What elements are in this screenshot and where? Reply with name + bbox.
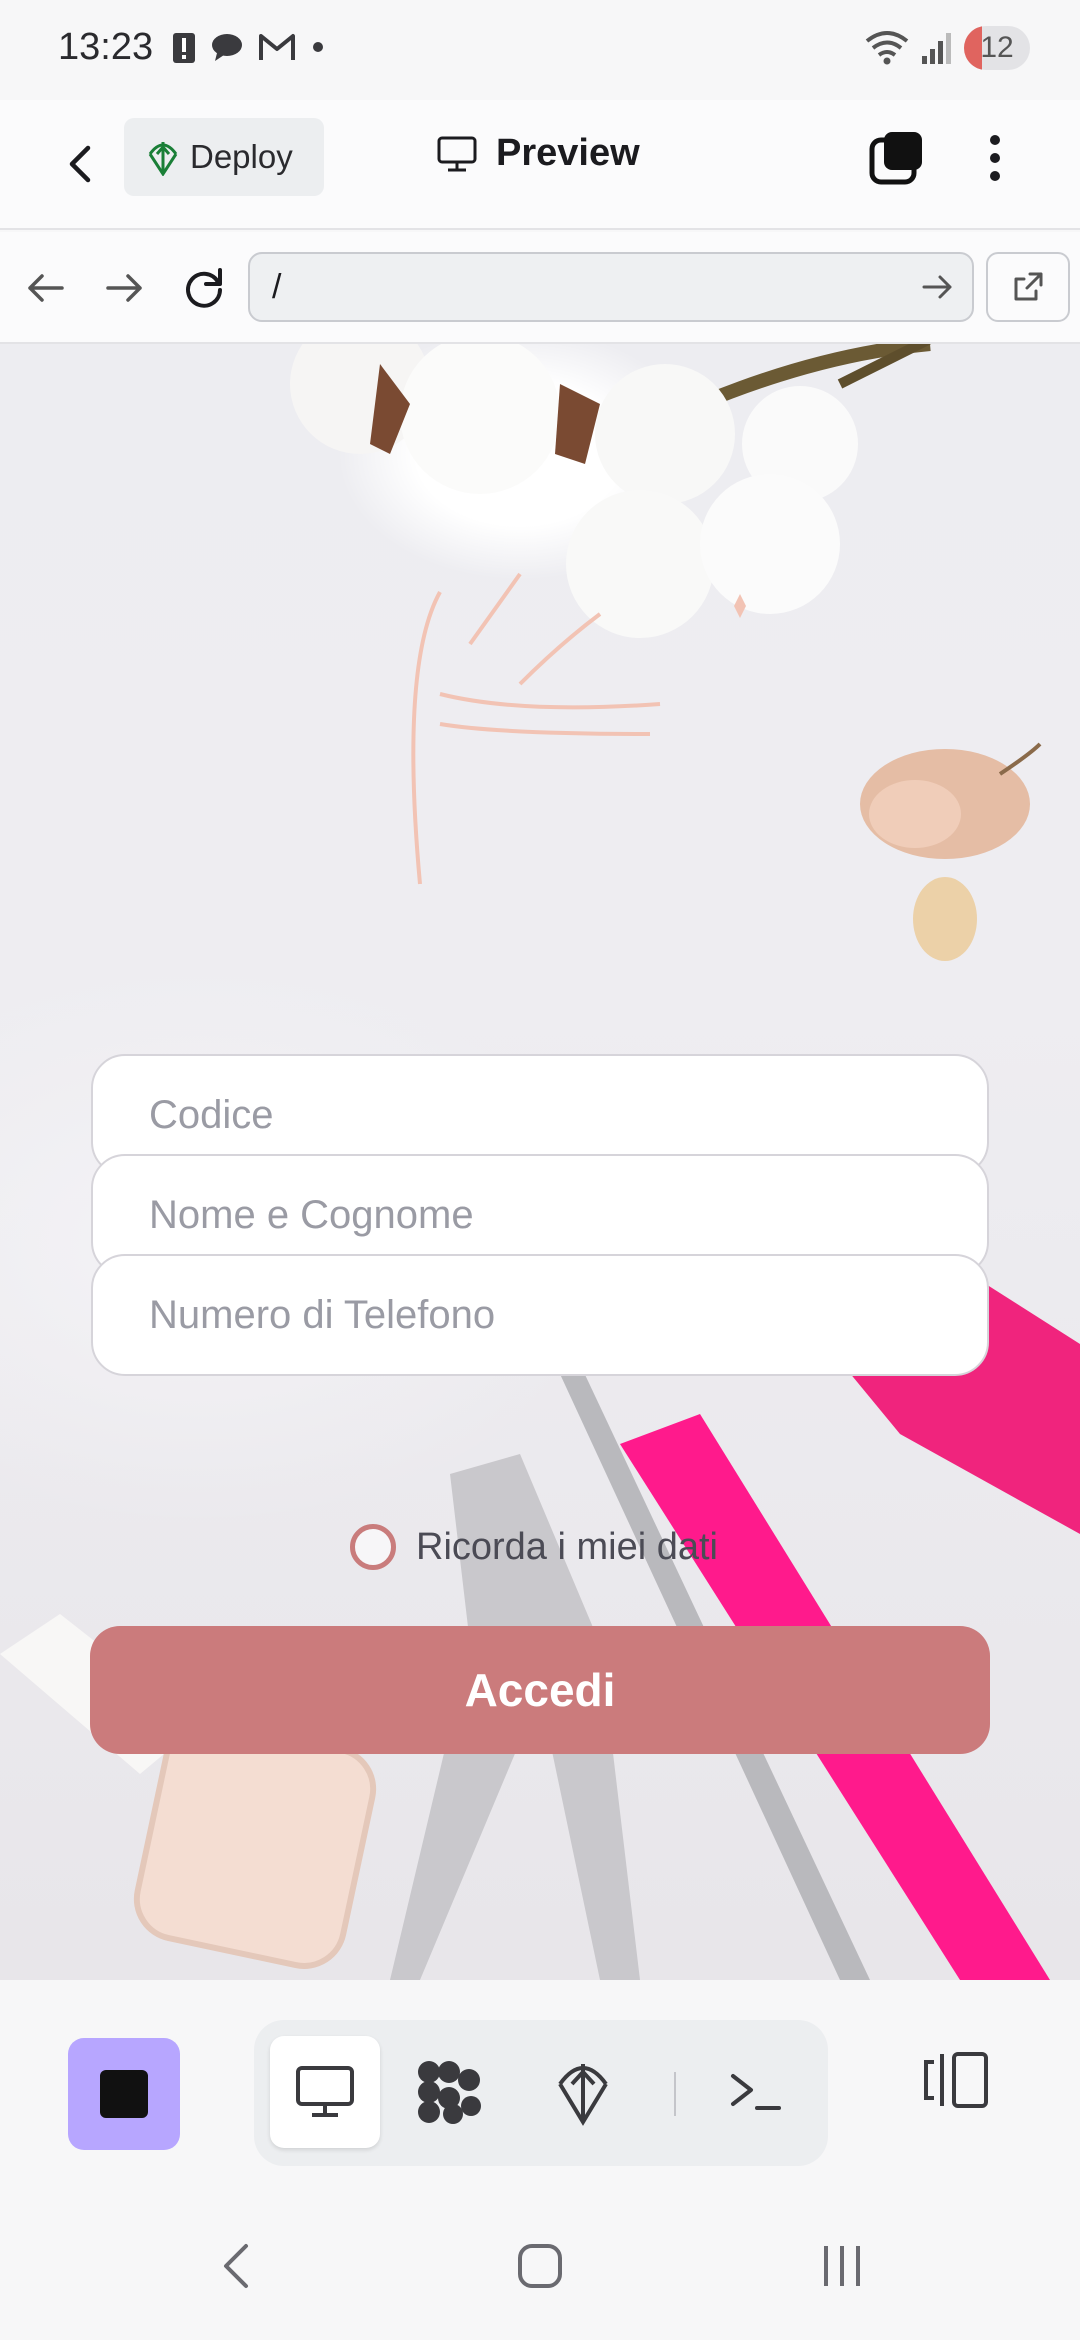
tool-deployments[interactable]	[528, 2036, 638, 2148]
tabs-icon[interactable]	[866, 128, 926, 188]
preview-icon	[296, 2066, 354, 2117]
wifi-icon	[865, 31, 909, 65]
go-arrow-icon[interactable]	[916, 266, 958, 308]
deploy-button[interactable]: Deploy	[124, 118, 324, 196]
system-navigation	[0, 2190, 1080, 2340]
workflow-icon	[418, 2061, 481, 2124]
app-bar: Deploy Preview	[0, 100, 1080, 230]
phone-number-input[interactable]: Numero di Telefono	[91, 1254, 989, 1376]
url-bar[interactable]: /	[248, 252, 974, 322]
tool-workflows[interactable]	[394, 2036, 504, 2148]
split-layout-icon[interactable]	[920, 2044, 992, 2116]
external-link-icon	[1014, 272, 1043, 301]
tool-shell[interactable]	[700, 2036, 810, 2148]
browser-back-icon[interactable]	[18, 260, 74, 316]
remember-label: Ricorda i miei dati	[416, 1525, 718, 1568]
gmail-icon	[259, 34, 295, 60]
remember-radio[interactable]	[350, 1524, 396, 1570]
back-arrow-icon[interactable]	[52, 136, 108, 192]
battery-indicator: 12	[964, 26, 1030, 70]
status-bar: 13:23 12	[0, 0, 1080, 100]
alert-icon	[173, 33, 195, 63]
system-home-icon[interactable]	[510, 2236, 570, 2296]
preview-title: Preview	[436, 132, 640, 175]
tool-divider	[674, 2072, 676, 2116]
tool-switcher	[254, 2020, 828, 2166]
code-placeholder: Codice	[149, 1092, 274, 1137]
system-back-icon[interactable]	[208, 2236, 268, 2296]
deploy-label: Deploy	[190, 138, 293, 175]
shell-icon	[731, 2074, 781, 2110]
monitor-icon	[437, 136, 477, 171]
web-preview: Frannie Codice Nome e Cognome Numero di …	[0, 344, 1080, 1980]
chat-icon	[212, 34, 242, 61]
status-time: 13:23	[58, 26, 154, 68]
full-name-placeholder: Nome e Cognome	[149, 1192, 474, 1237]
remember-me[interactable]: Ricorda i miei dati	[350, 1524, 718, 1570]
phone-placeholder: Numero di Telefono	[149, 1292, 496, 1337]
tool-preview[interactable]	[270, 2036, 380, 2148]
dot-icon	[313, 42, 323, 52]
signal-icon	[922, 33, 951, 64]
browser-forward-icon[interactable]	[96, 260, 152, 316]
deploy-icon	[148, 142, 178, 176]
deploy-icon	[558, 2064, 608, 2126]
stop-icon	[100, 2070, 148, 2118]
login-button[interactable]: Accedi	[90, 1626, 990, 1754]
bottom-dock	[0, 1980, 1080, 2196]
system-recents-icon[interactable]	[812, 2236, 872, 2296]
reload-icon[interactable]	[176, 260, 232, 316]
open-external-button[interactable]	[986, 252, 1070, 322]
browser-toolbar: /	[0, 232, 1080, 344]
url-text: /	[272, 267, 282, 306]
stop-button[interactable]	[68, 2038, 180, 2150]
page-title: Preview	[496, 132, 640, 174]
system-icons: 12	[864, 26, 1030, 70]
notification-icons	[172, 30, 326, 64]
more-options-icon[interactable]	[970, 128, 1020, 188]
